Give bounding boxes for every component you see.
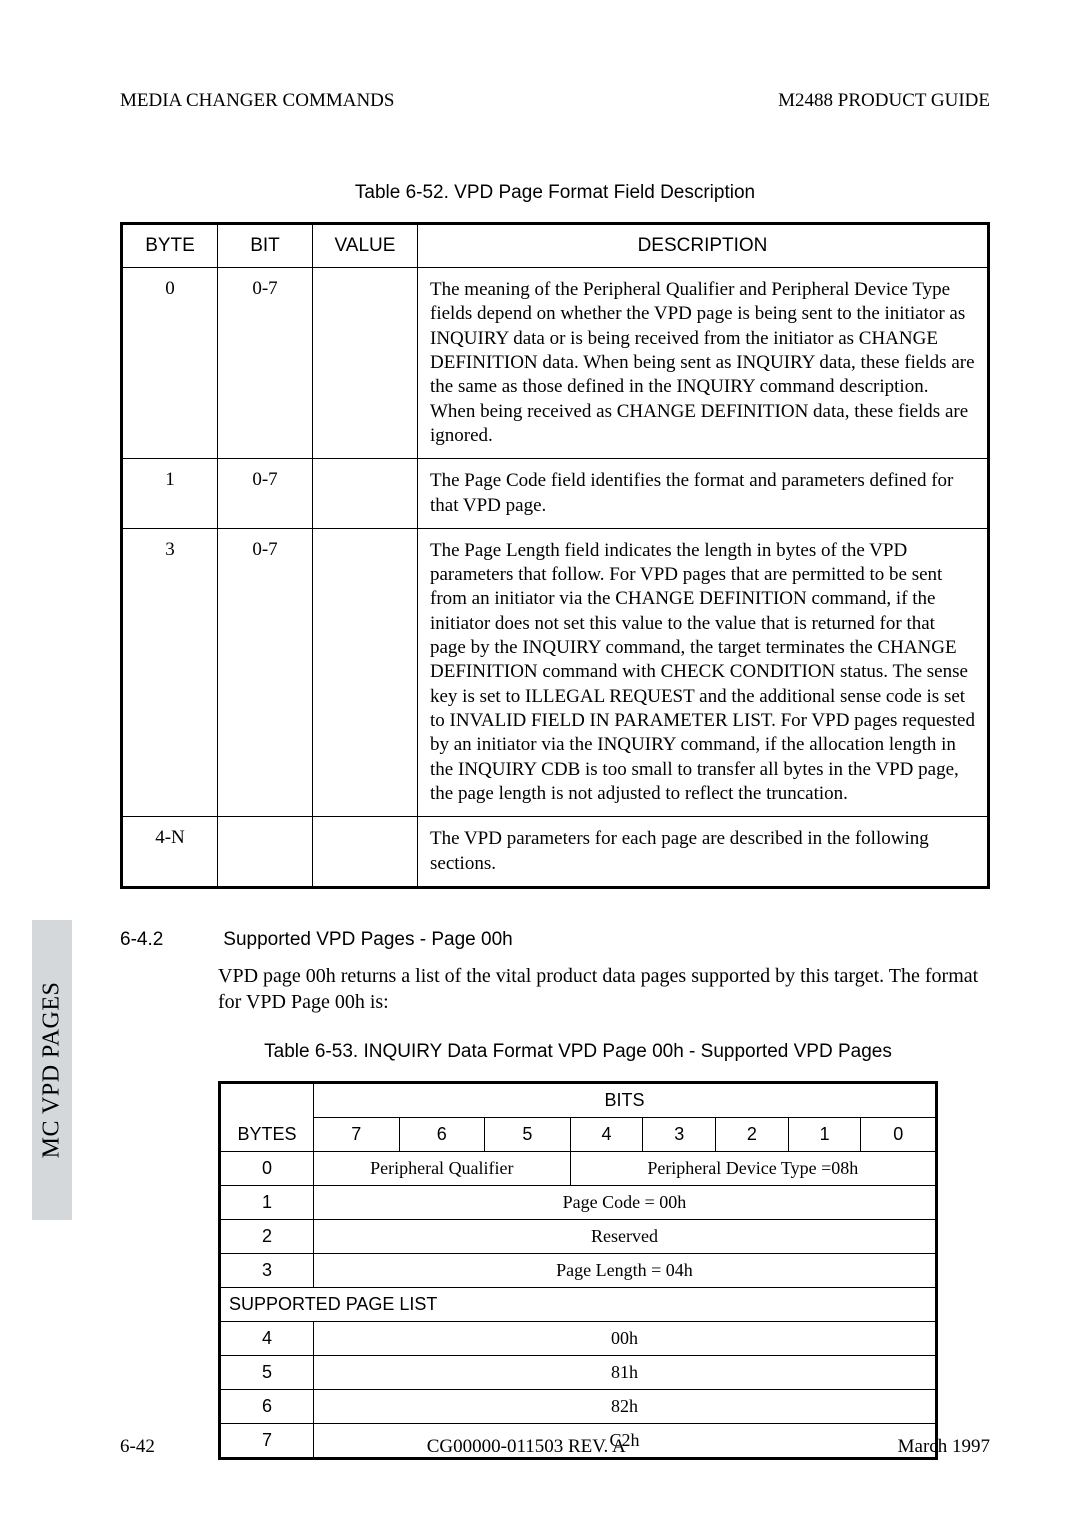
table-row: 4-N The VPD parameters for each page are… [122, 817, 989, 888]
t1-desc: The Page Code field identifies the forma… [418, 459, 989, 529]
t2-bytes-heading: BYTES [220, 1082, 314, 1151]
t2-bitcol: 2 [716, 1117, 789, 1151]
t2-bits-heading: BITS [314, 1082, 937, 1117]
t2-listval: 81h [314, 1355, 937, 1389]
t2-byte: 2 [220, 1219, 314, 1253]
t1-bit: 0-7 [218, 459, 313, 529]
t1-col-val: VALUE [313, 224, 418, 268]
table-row: 1 0-7 The Page Code field identifies the… [122, 459, 989, 529]
header-left: MEDIA CHANGER COMMANDS [120, 90, 394, 112]
t2-byte: 5 [220, 1355, 314, 1389]
t1-col-desc: DESCRIPTION [418, 224, 989, 268]
table-row: 3 0-7 The Page Length field indicates th… [122, 528, 989, 816]
section-number: 6-4.2 [120, 929, 218, 951]
footer-center: CG00000-011503 REV. A [427, 1436, 626, 1458]
t2-reserved: Reserved [314, 1219, 937, 1253]
t1-col-bit: BIT [218, 224, 313, 268]
t1-val [313, 817, 418, 888]
side-tab: MC VPD PAGES [32, 920, 72, 1220]
t2-bitcol: 5 [485, 1117, 571, 1151]
t1-desc: The meaning of the Peripheral Qualifier … [418, 268, 989, 459]
t2-supported-page-list: SUPPORTED PAGE LIST [220, 1287, 937, 1321]
table-6-53: BYTES BITS 7 6 5 4 3 2 1 0 0 Peripheral … [218, 1081, 938, 1460]
table-row: 0 Peripheral Qualifier Peripheral Device… [220, 1151, 937, 1185]
t1-desc: The VPD parameters for each page are des… [418, 817, 989, 888]
header-right: M2488 PRODUCT GUIDE [778, 90, 990, 112]
t1-byte: 3 [122, 528, 218, 816]
t2-bitcol: 7 [314, 1117, 400, 1151]
t1-desc: The Page Length field indicates the leng… [418, 528, 989, 816]
t2-listval: 00h [314, 1321, 937, 1355]
table-row: SUPPORTED PAGE LIST [220, 1287, 937, 1321]
footer-right: March 1997 [898, 1436, 990, 1458]
running-header: MEDIA CHANGER COMMANDS M2488 PRODUCT GUI… [120, 90, 990, 112]
section-title: Supported VPD Pages - Page 00h [223, 929, 512, 950]
page-content: MEDIA CHANGER COMMANDS M2488 PRODUCT GUI… [120, 90, 990, 1460]
table-6-52: BYTE BIT VALUE DESCRIPTION 0 0-7 The mea… [120, 222, 990, 889]
table-row: 1 Page Code = 00h [220, 1185, 937, 1219]
t2-listval: 82h [314, 1389, 937, 1423]
t2-pq: Peripheral Qualifier [314, 1151, 571, 1185]
t1-byte: 0 [122, 268, 218, 459]
t2-byte: 0 [220, 1151, 314, 1185]
table-row: 6 82h [220, 1389, 937, 1423]
t2-bitcol: 1 [788, 1117, 861, 1151]
footer-left: 6-42 [120, 1436, 155, 1458]
section-6-4-2: 6-4.2 Supported VPD Pages - Page 00h VPD… [120, 929, 990, 1015]
t2-pagecode: Page Code = 00h [314, 1185, 937, 1219]
t1-bit [218, 817, 313, 888]
t2-byte: 4 [220, 1321, 314, 1355]
t2-byte: 6 [220, 1389, 314, 1423]
t1-val [313, 459, 418, 529]
section-heading: 6-4.2 Supported VPD Pages - Page 00h [120, 929, 990, 951]
t1-val [313, 268, 418, 459]
table-row: 0 0-7 The meaning of the Peripheral Qual… [122, 268, 989, 459]
table-row: 2 Reserved [220, 1219, 937, 1253]
table-6-53-caption: Table 6-53. INQUIRY Data Format VPD Page… [218, 1041, 938, 1063]
t2-pdt: Peripheral Device Type =08h [570, 1151, 936, 1185]
section-body: VPD page 00h returns a list of the vital… [218, 963, 990, 1015]
t1-byte: 1 [122, 459, 218, 529]
t1-col-byte: BYTE [122, 224, 218, 268]
t2-bitcol: 6 [399, 1117, 485, 1151]
t2-bitcol: 3 [643, 1117, 716, 1151]
page-footer: 6-42 CG00000-011503 REV. A March 1997 [120, 1436, 990, 1458]
table-row: 3 Page Length = 04h [220, 1253, 937, 1287]
side-tab-label: MC VPD PAGES [39, 982, 66, 1159]
t2-byte: 1 [220, 1185, 314, 1219]
t2-bitcol: 4 [570, 1117, 643, 1151]
t1-val [313, 528, 418, 816]
table-row: 4 00h [220, 1321, 937, 1355]
t1-byte: 4-N [122, 817, 218, 888]
t1-bit: 0-7 [218, 528, 313, 816]
t1-bit: 0-7 [218, 268, 313, 459]
t2-byte: 3 [220, 1253, 314, 1287]
table-row: 5 81h [220, 1355, 937, 1389]
table-6-52-caption: Table 6-52. VPD Page Format Field Descri… [120, 182, 990, 204]
t2-bitcol: 0 [861, 1117, 937, 1151]
t2-pagelen: Page Length = 04h [314, 1253, 937, 1287]
